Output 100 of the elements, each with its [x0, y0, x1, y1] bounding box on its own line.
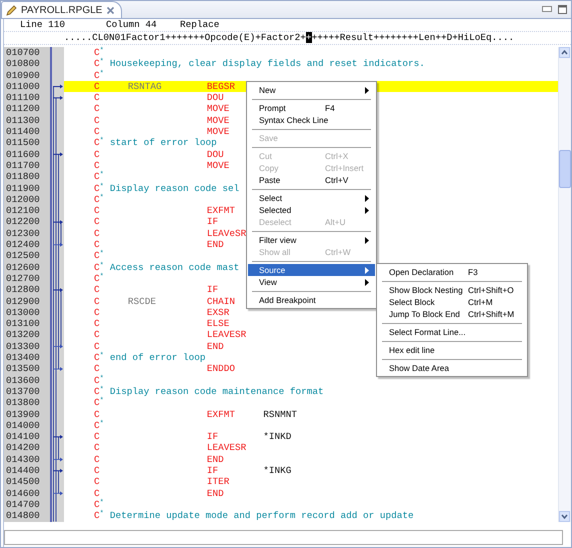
vertical-scrollbar[interactable]: [558, 47, 571, 522]
spec-type: C: [94, 476, 100, 488]
spec-type: C: [94, 318, 100, 330]
opcode-text: IF: [206, 431, 220, 442]
menu-item[interactable]: Prompt F4: [248, 102, 375, 114]
line-number: 011800: [5, 171, 41, 183]
menu-item[interactable]: Open Declaration F3: [378, 266, 526, 278]
menu-item[interactable]: Select Format Line...: [378, 326, 526, 338]
line-number: 013600: [5, 374, 41, 386]
line-number: 013300: [5, 340, 41, 352]
line-number: 013000: [5, 306, 41, 318]
spec-type: C: [94, 386, 100, 398]
spec-type: C: [94, 58, 100, 70]
nesting-line: [58, 436, 59, 460]
line-number: 013100: [5, 318, 41, 330]
nesting-line: [58, 470, 59, 494]
spec-type: C: [94, 228, 100, 240]
spec-type: C: [94, 420, 100, 432]
menu-item[interactable]: Select: [248, 192, 375, 204]
factor1-text: RSNTAG: [128, 80, 163, 92]
spec-type: C: [94, 160, 100, 172]
menu-item[interactable]: View: [248, 276, 375, 288]
line-number: 011500: [5, 137, 41, 149]
menu-item[interactable]: Paste Ctrl+V: [248, 174, 375, 186]
spec-type: C: [94, 488, 100, 499]
line-number: 012700: [5, 272, 41, 284]
scroll-down-icon[interactable]: [559, 510, 570, 522]
opcode-text: END: [206, 454, 225, 465]
spec-type: C: [94, 194, 100, 206]
line-number: 011100: [5, 92, 41, 104]
line-number: 013700: [5, 386, 41, 398]
spec-type: C: [94, 363, 100, 375]
menu-item[interactable]: Selected: [248, 204, 375, 216]
menu-item[interactable]: Select Block Ctrl+M: [378, 296, 526, 308]
spec-type: C: [94, 92, 100, 104]
comment-text: Housekeeping, clear display fields and reset indicators.: [110, 58, 425, 70]
spec-type: C: [94, 272, 100, 284]
maximize-icon[interactable]: [558, 5, 567, 14]
spec-type: C: [94, 171, 100, 183]
minimize-icon[interactable]: [542, 6, 552, 13]
factor2-text: RSNMNT: [263, 408, 297, 420]
menu-item[interactable]: Add Breakpoint: [248, 294, 375, 306]
scroll-up-icon[interactable]: [559, 47, 570, 58]
menu-item[interactable]: Source: [248, 264, 375, 276]
line-number: 014200: [5, 442, 41, 454]
spec-type: C: [94, 498, 100, 510]
spec-type: C: [94, 454, 100, 465]
line-number: 012900: [5, 296, 41, 307]
line-number: 010900: [5, 70, 41, 81]
comment-text: Display reason code sel: [110, 182, 240, 194]
line-number: 014800: [5, 510, 41, 522]
opcode-text: LEAVeSR: [206, 228, 248, 240]
menu-item[interactable]: Syntax Check Line: [248, 114, 375, 126]
factor1-text: RSCDE: [128, 296, 157, 307]
spec-type: C: [94, 182, 100, 194]
command-field[interactable]: [4, 530, 563, 545]
line-number: 014000: [5, 420, 41, 432]
spec-type: C: [94, 510, 100, 522]
close-icon[interactable]: [106, 6, 116, 14]
editor-tab[interactable]: PAYROLL.RPGLE: [1, 1, 122, 18]
line-number: 011200: [5, 103, 41, 115]
menu-item[interactable]: Show Date Area: [378, 362, 526, 374]
opcode-text: LEAVESR: [206, 329, 248, 341]
line-number: 012100: [5, 205, 41, 216]
opcode-text: ITER: [206, 476, 230, 488]
line-number: 012400: [5, 239, 41, 250]
spec-type: C: [94, 352, 100, 364]
line-number: 013200: [5, 329, 41, 341]
opcode-text: IF: [206, 284, 220, 296]
comment-text: Access reason code mast: [110, 262, 240, 273]
menu-item[interactable]: New: [248, 84, 375, 96]
spec-type: C: [94, 148, 100, 160]
opcode-text: IF: [206, 464, 220, 476]
comment-text: Determine update mode and perform record add or update: [110, 510, 414, 522]
line-number: 012000: [5, 194, 41, 206]
line-number: 012800: [5, 284, 41, 296]
line-number: 010700: [5, 47, 41, 58]
menu-item[interactable]: Show Block Nesting Ctrl+Shift+O: [378, 284, 526, 296]
line-number: 014100: [5, 431, 41, 442]
comment-text: end of error loop: [110, 352, 206, 364]
nesting-line: [60, 222, 62, 246]
spec-type: C: [94, 374, 100, 386]
spec-type: C: [94, 397, 100, 408]
format-ruler: .....CL0N01Factor1+++++++Opcode(E)+Factor2+++++++Result++++++++Len++D+HiLoEq....: [4, 32, 571, 45]
spec-type: C: [94, 408, 100, 420]
line-number: 012200: [5, 216, 41, 228]
spec-type: C: [94, 306, 100, 318]
opcode-text: END: [206, 488, 225, 499]
opcode-text: EXFMT: [206, 408, 236, 420]
line-number: 014300: [5, 454, 41, 465]
line-number: 014400: [5, 464, 41, 476]
edit-mode-indicator: Replace: [180, 19, 220, 31]
menu-item[interactable]: Jump To Block End Ctrl+Shift+M: [378, 308, 526, 320]
comment-text: Display reason code maintenance format: [110, 386, 324, 398]
menu-item[interactable]: Hex edit line: [378, 344, 526, 356]
factor2-text: *INKD: [263, 431, 292, 442]
spec-type: C: [94, 47, 100, 58]
spec-type: C: [94, 262, 100, 273]
menu-item[interactable]: Filter view: [248, 234, 375, 246]
scroll-thumb[interactable]: [559, 150, 571, 188]
